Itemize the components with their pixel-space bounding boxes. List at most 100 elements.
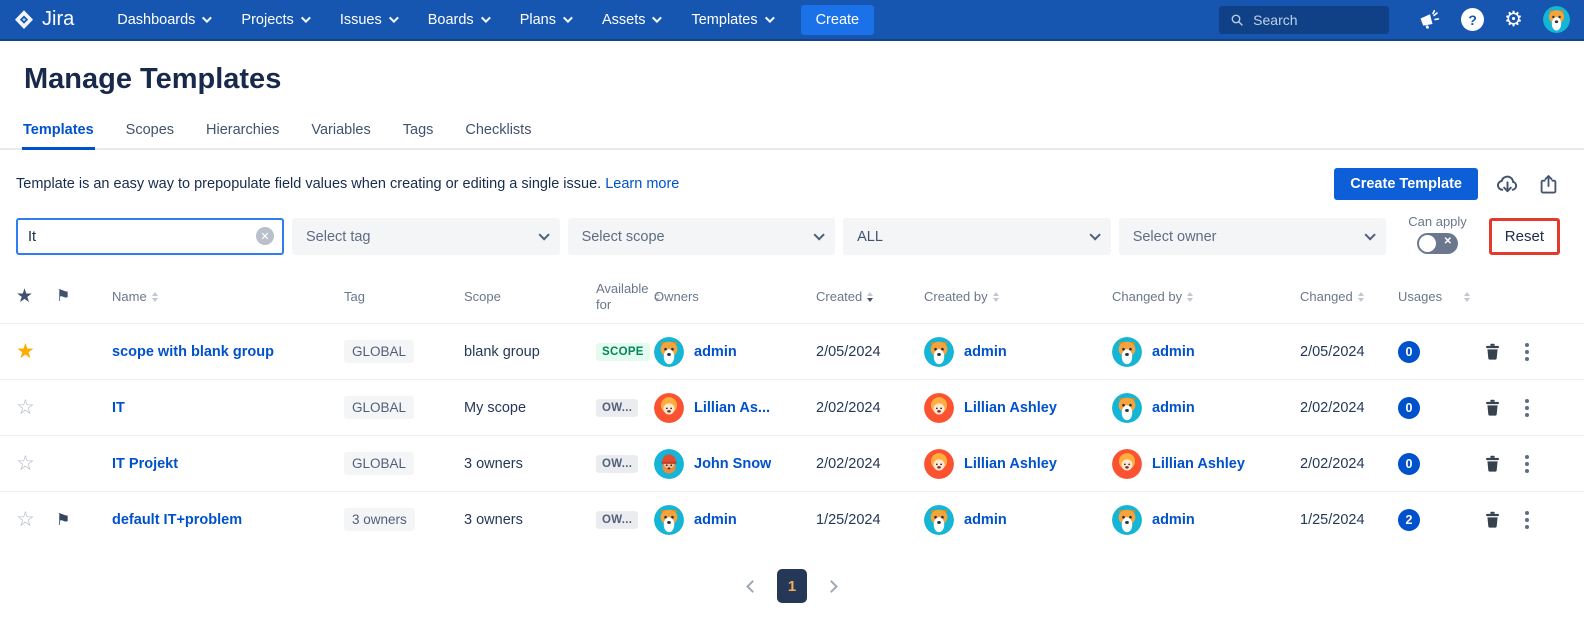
- changed-date: 2/02/2024: [1300, 456, 1365, 472]
- usages-count-badge[interactable]: 0: [1398, 341, 1420, 363]
- settings-gear-icon[interactable]: ⚙: [1504, 9, 1523, 30]
- can-apply-label: Can apply: [1408, 214, 1467, 229]
- can-apply-toggle[interactable]: ✕: [1417, 233, 1458, 254]
- usages-count-badge[interactable]: 0: [1398, 397, 1420, 419]
- changed-date: 1/25/2024: [1300, 512, 1365, 528]
- nav-boards[interactable]: Boards: [415, 4, 501, 36]
- template-name-link[interactable]: scope with blank group: [96, 344, 274, 360]
- template-search-input[interactable]: [16, 218, 284, 255]
- usages-count-badge[interactable]: 0: [1398, 453, 1420, 475]
- woman-avatar-icon: [1112, 449, 1142, 479]
- select-tag-dropdown[interactable]: Select tag: [292, 218, 560, 255]
- tab-scopes[interactable]: Scopes: [125, 114, 175, 150]
- usages-count-badge[interactable]: 2: [1398, 509, 1420, 531]
- select-owner-dropdown[interactable]: Select owner: [1119, 218, 1387, 255]
- nav-dashboards[interactable]: Dashboards: [104, 4, 222, 36]
- jira-logo[interactable]: Jira: [12, 8, 74, 32]
- more-actions-kebab-icon[interactable]: [1523, 341, 1531, 363]
- dog-avatar-icon: [1112, 337, 1142, 367]
- announcements-icon[interactable]: [1417, 8, 1441, 32]
- header-created-by[interactable]: Created by: [924, 289, 1112, 305]
- learn-more-link[interactable]: Learn more: [605, 176, 679, 192]
- owner-link[interactable]: admin: [694, 512, 737, 528]
- favorite-star-icon[interactable]: [16, 339, 35, 364]
- nav-create-button[interactable]: Create: [801, 5, 875, 35]
- owner-link[interactable]: admin: [694, 344, 737, 360]
- owner-link[interactable]: Lillian As...: [694, 400, 770, 416]
- tab-hierarchies[interactable]: Hierarchies: [205, 114, 280, 150]
- next-page-icon[interactable]: [825, 580, 838, 593]
- nav-assets[interactable]: Assets: [589, 4, 673, 36]
- import-cloud-download-icon[interactable]: [1495, 172, 1520, 197]
- more-actions-kebab-icon[interactable]: [1523, 509, 1531, 531]
- changed-date: 2/05/2024: [1300, 344, 1365, 360]
- favorite-star-icon[interactable]: [16, 507, 35, 532]
- nav-issues[interactable]: Issues: [327, 4, 409, 36]
- tag-badge: 3 owners: [344, 508, 415, 531]
- global-search-placeholder: Search: [1253, 12, 1297, 28]
- nav-projects[interactable]: Projects: [228, 4, 320, 36]
- select-scope-dropdown[interactable]: Select scope: [568, 218, 836, 255]
- export-share-icon[interactable]: [1537, 173, 1560, 196]
- tab-templates[interactable]: Templates: [22, 114, 95, 150]
- favorite-star-icon[interactable]: [16, 395, 35, 420]
- tab-variables[interactable]: Variables: [310, 114, 371, 150]
- table-row: IT Projekt GLOBAL 3 owners OW... John Sn…: [0, 435, 1584, 491]
- sort-icon: [152, 292, 158, 302]
- user-avatar[interactable]: [1543, 6, 1570, 33]
- changed-by-link[interactable]: admin: [1152, 512, 1195, 528]
- dog-avatar-icon: [1543, 6, 1570, 33]
- header-created[interactable]: Created: [816, 289, 924, 305]
- changed-by-link[interactable]: admin: [1152, 400, 1195, 416]
- table-row: scope with blank group GLOBAL blank grou…: [0, 323, 1584, 379]
- template-name-link[interactable]: IT Projekt: [96, 456, 178, 472]
- more-actions-kebab-icon[interactable]: [1523, 397, 1531, 419]
- global-search-input[interactable]: Search: [1219, 6, 1389, 34]
- table-row: IT GLOBAL My scope OW... Lillian As... 2…: [0, 379, 1584, 435]
- clear-search-icon[interactable]: ✕: [256, 227, 274, 245]
- header-changed[interactable]: Changed: [1300, 289, 1398, 305]
- header-usages[interactable]: Usages: [1398, 289, 1472, 305]
- delete-trash-icon[interactable]: [1482, 453, 1503, 474]
- template-name-link[interactable]: default IT+problem: [96, 512, 242, 528]
- nav-templates[interactable]: Templates: [678, 4, 784, 36]
- owner-link[interactable]: John Snow: [694, 456, 771, 472]
- chevron-down-icon: [652, 13, 662, 23]
- chevron-down-icon: [538, 229, 549, 240]
- template-name-link[interactable]: IT: [96, 400, 125, 416]
- tab-checklists[interactable]: Checklists: [464, 114, 532, 150]
- changed-by-link[interactable]: Lillian Ashley: [1152, 456, 1245, 472]
- created-by-link[interactable]: admin: [964, 512, 1007, 528]
- available-for-badge: OW...: [596, 511, 638, 529]
- favorite-star-icon[interactable]: [16, 451, 35, 476]
- delete-trash-icon[interactable]: [1482, 397, 1503, 418]
- header-name[interactable]: Name: [96, 289, 344, 305]
- delete-trash-icon[interactable]: [1482, 341, 1503, 362]
- scope-value: 3 owners: [464, 456, 523, 472]
- tag-badge: GLOBAL: [344, 452, 414, 475]
- header-changed-by[interactable]: Changed by: [1112, 289, 1300, 305]
- changed-by-link[interactable]: admin: [1152, 344, 1195, 360]
- chevron-down-icon: [301, 13, 311, 23]
- create-template-button[interactable]: Create Template: [1334, 168, 1478, 200]
- created-by-link[interactable]: admin: [964, 344, 1007, 360]
- delete-trash-icon[interactable]: [1482, 509, 1503, 530]
- created-date: 2/02/2024: [816, 456, 881, 472]
- flag-icon[interactable]: [56, 510, 70, 530]
- created-date: 1/25/2024: [816, 512, 881, 528]
- current-page-button[interactable]: 1: [777, 569, 807, 603]
- tab-tags[interactable]: Tags: [402, 114, 435, 150]
- top-nav: Jira Dashboards Projects Issues Boards P…: [0, 0, 1584, 41]
- select-type-dropdown[interactable]: ALL: [843, 218, 1111, 255]
- table-row: default IT+problem 3 owners 3 owners OW.…: [0, 491, 1584, 547]
- chevron-down-icon: [481, 13, 491, 23]
- more-actions-kebab-icon[interactable]: [1523, 453, 1531, 475]
- created-by-link[interactable]: Lillian Ashley: [964, 400, 1057, 416]
- help-icon[interactable]: ?: [1461, 8, 1484, 31]
- created-by-link[interactable]: Lillian Ashley: [964, 456, 1057, 472]
- reset-button[interactable]: Reset: [1489, 218, 1560, 255]
- nav-plans[interactable]: Plans: [507, 4, 583, 36]
- prev-page-icon[interactable]: [746, 580, 759, 593]
- templates-table: ★ ⚑ Name Tag Scope Available for Owners …: [0, 271, 1584, 547]
- header-available-for[interactable]: Available for: [596, 281, 654, 314]
